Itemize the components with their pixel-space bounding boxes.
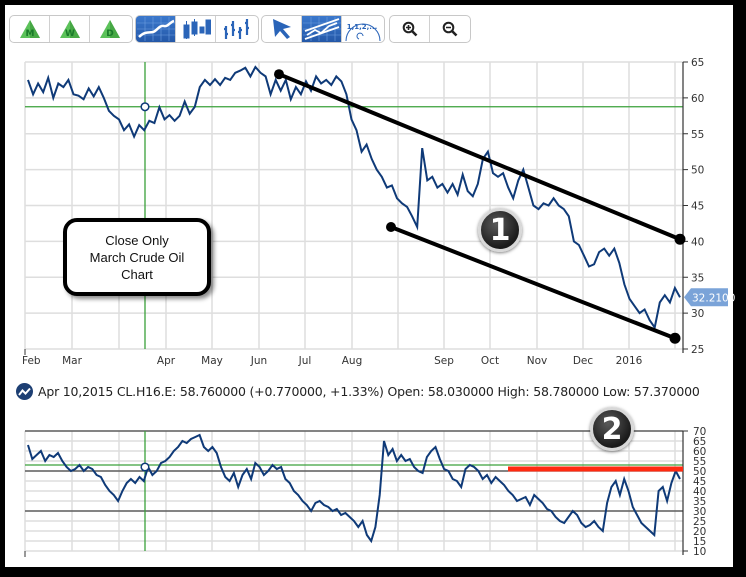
callout-line-1: Close Only	[105, 232, 169, 248]
annotation-badge-2: 2	[590, 407, 634, 451]
oscillator-crosshair-marker	[140, 462, 150, 472]
callout-line-2: March Crude Oil	[89, 249, 185, 265]
oscillator-y-axis: 10152025303540455055606570	[682, 426, 706, 558]
annotation-badge-1: 1	[478, 208, 522, 252]
oscillator-grid	[24, 430, 683, 557]
chart-description-callout: Close Only March Crude Oil Chart	[63, 218, 211, 296]
callout-line-3: Chart	[121, 266, 153, 282]
oscillator-y-tick-label: 70	[693, 426, 706, 438]
